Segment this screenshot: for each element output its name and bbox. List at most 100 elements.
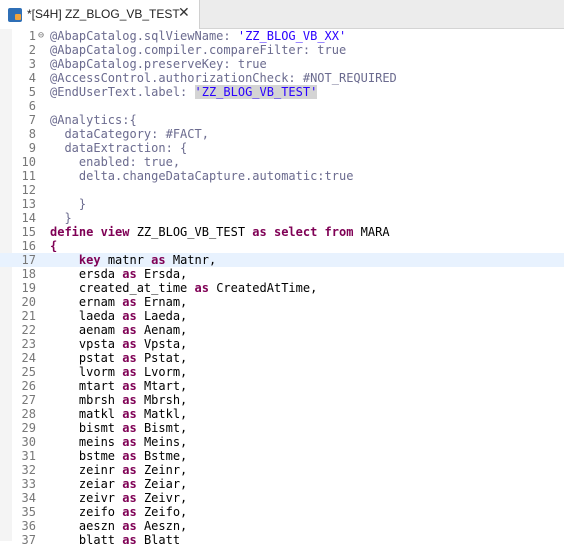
code-token: as [122,477,144,491]
code-text: aenam as Aenam, [50,323,187,337]
code-text: @AbapCatalog.preserveKey: true [50,57,267,71]
code-token: ersda [50,267,123,281]
code-token: blatt [50,533,123,547]
code-token: as [122,379,144,393]
code-text: @AbapCatalog.compiler.compareFilter: tru… [50,43,346,57]
code-token: delta.changeDataCapture.automatic:true [50,169,354,183]
code-line[interactable]: 26 mtart as Mtart, [0,379,564,393]
code-token: as [122,393,144,407]
line-number: 35 [21,505,36,519]
code-text: define view ZZ_BLOG_VB_TEST as select fr… [50,225,390,239]
code-line[interactable]: 15 define view ZZ_BLOG_VB_TEST as select … [0,225,564,239]
code-token: { [50,239,58,253]
code-text: meins as Meins, [50,435,187,449]
cds-file-icon [8,8,22,22]
line-number: 15 [21,225,36,239]
code-line[interactable]: 16 { [0,239,564,253]
code-line[interactable]: 2 @AbapCatalog.compiler.compareFilter: tr… [0,43,564,57]
code-line[interactable]: 25 lvorm as Lvorm, [0,365,564,379]
code-token: as [122,309,144,323]
code-token: Pstat, [143,351,188,365]
code-line[interactable]: 30 meins as Meins, [0,435,564,449]
code-token: Meins, [143,435,188,449]
code-line[interactable]: 6 [0,99,564,113]
code-token: @AbapCatalog.preserveKey: true [50,57,267,71]
code-text: bstme as Bstme, [50,449,187,463]
code-token: aeszn [50,519,123,533]
code-line[interactable]: 5 @EndUserText.label: 'ZZ_BLOG_VB_TEST' [0,85,564,99]
tab-title[interactable]: *[S4H] ZZ_BLOG_VB_TEST [27,7,180,21]
code-line[interactable]: 36 aeszn as Aeszn, [0,519,564,533]
code-line[interactable]: 7 @Analytics:{ [0,113,564,127]
code-token: lvorm [50,365,123,379]
code-line[interactable]: 28 matkl as Matkl, [0,407,564,421]
code-text: @EndUserText.label: 'ZZ_BLOG_VB_TEST' [50,85,318,99]
code-line[interactable]: 27 mbrsh as Mbrsh, [0,393,564,407]
close-icon[interactable]: ✕ [178,5,190,21]
line-number: 12 [21,183,36,197]
line-number: 23 [21,337,36,351]
code-line[interactable]: 24 pstat as Pstat, [0,351,564,365]
code-token: key [78,253,108,267]
code-line[interactable]: 31 bstme as Bstme, [0,449,564,463]
code-token: bismt [50,421,123,435]
code-token: as [122,323,144,337]
code-token: as [122,463,144,477]
editor-tab[interactable]: *[S4H] ZZ_BLOG_VB_TEST ✕ [0,0,200,29]
code-line[interactable]: 11 delta.changeDataCapture.automatic:tru… [0,169,564,183]
code-line[interactable]: 4 @AccessControl.authorizationCheck: #NOT… [0,71,564,85]
line-number: 18 [21,267,36,281]
fold-toggle-icon[interactable]: ⊖ [38,29,48,43]
code-token: aenam [50,323,123,337]
code-token: matnr [107,253,152,267]
line-number: 20 [21,295,36,309]
code-token: laeda [50,309,123,323]
code-token: CreatedAtTime, [216,281,318,295]
code-lines: 1 ⊖ @AbapCatalog.sqlViewName: 'ZZ_BLOG_VB_… [0,29,564,547]
code-line[interactable]: 21 laeda as Laeda, [0,309,564,323]
code-token: created_at_time [50,281,195,295]
code-token: Ersda, [143,267,188,281]
code-line[interactable]: 19 created_at_time as CreatedAtTime, [0,281,564,295]
code-line[interactable]: 34 zeivr as Zeivr, [0,491,564,505]
code-line[interactable]: 17 key matnr as Matnr, [0,253,564,267]
code-line[interactable]: 35 zeifo as Zeifo, [0,505,564,519]
code-line[interactable]: 29 bismt as Bismt, [0,421,564,435]
editor-tab-bar: *[S4H] ZZ_BLOG_VB_TEST ✕ [0,0,564,29]
code-token: enabled: true, [50,155,181,169]
code-line[interactable]: 10 enabled: true, [0,155,564,169]
line-number: 19 [21,281,36,295]
code-token: Lvorm, [143,365,188,379]
code-line[interactable]: 8 dataCategory: #FACT, [0,127,564,141]
code-text: @AbapCatalog.sqlViewName: 'ZZ_BLOG_VB_XX… [50,29,346,43]
code-text: { [50,239,57,253]
code-line[interactable]: 12 [0,183,564,197]
line-number: 37 [21,533,36,547]
line-number: 4 [28,71,36,85]
code-line[interactable]: 14 } [0,211,564,225]
line-number: 8 [28,127,36,141]
code-line[interactable]: 23 vpsta as Vpsta, [0,337,564,351]
code-line[interactable]: 3 @AbapCatalog.preserveKey: true [0,57,564,71]
code-line[interactable]: 18 ersda as Ersda, [0,267,564,281]
code-line[interactable]: 1 ⊖ @AbapCatalog.sqlViewName: 'ZZ_BLOG_VB_… [0,29,564,43]
code-line[interactable]: 20 ernam as Ernam, [0,295,564,309]
code-token: as select from [252,225,361,239]
code-token: } [50,211,72,225]
line-number: 9 [28,141,36,155]
code-line[interactable]: 33 zeiar as Zeiar, [0,477,564,491]
code-text: @AccessControl.authorizationCheck: #NOT_… [50,71,397,85]
code-line[interactable]: 9 dataExtraction: { [0,141,564,155]
code-editor[interactable]: 1 ⊖ @AbapCatalog.sqlViewName: 'ZZ_BLOG_VB_… [0,29,564,547]
line-number: 17 [21,253,36,267]
code-line[interactable]: 32 zeinr as Zeinr, [0,463,564,477]
line-number: 2 [28,43,36,57]
code-line[interactable]: 13 } [0,197,564,211]
code-line[interactable]: 37 blatt as Blatt [0,533,564,547]
line-number: 21 [21,309,36,323]
code-token: ernam [50,295,123,309]
line-number: 14 [21,211,36,225]
code-text: zeiar as Zeiar, [50,477,187,491]
code-token: Zeinr, [143,463,188,477]
code-line[interactable]: 22 aenam as Aenam, [0,323,564,337]
